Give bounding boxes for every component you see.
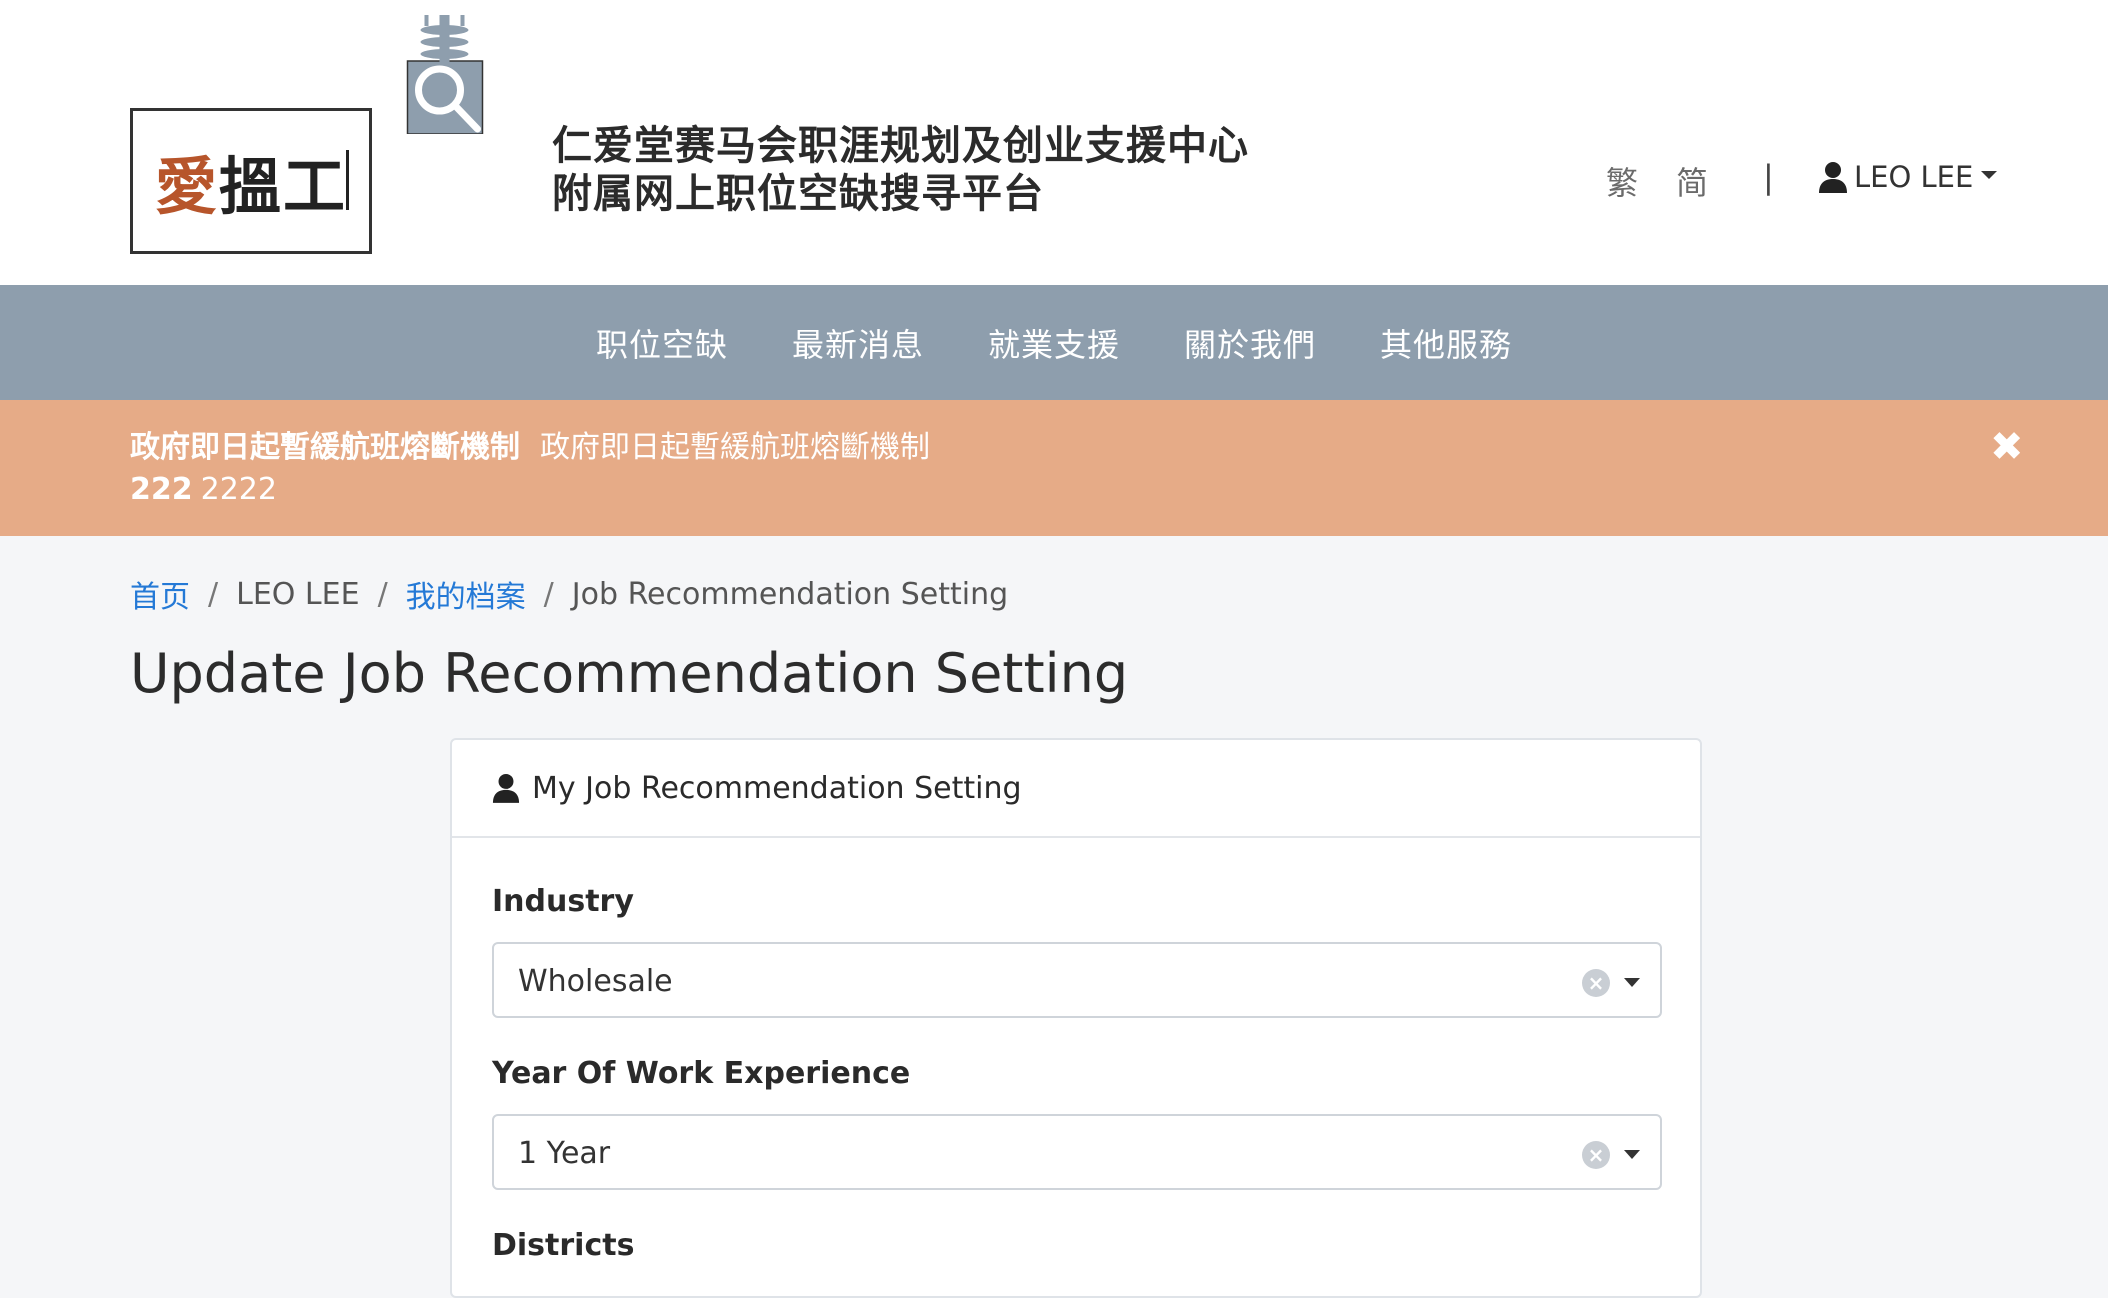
announcement-alert: 政府即日起暫緩航班熔斷機制 政府即日起暫緩航班熔斷機制 222 2222: [0, 400, 2108, 536]
card-header: My Job Recommendation Setting: [452, 740, 1700, 838]
industry-label: Industry: [492, 884, 634, 919]
experience-value: 1 Year: [518, 1136, 611, 1171]
logo-emblem-icon: [406, 15, 484, 134]
nav-item-jobs[interactable]: 职位空缺: [596, 320, 728, 366]
industry-select[interactable]: Wholesale ×: [492, 942, 1662, 1018]
clear-circle-icon[interactable]: ×: [1582, 1141, 1610, 1169]
caret-down-icon[interactable]: [1624, 1150, 1640, 1159]
alert-line1: 政府即日起暫緩航班熔斷機制 政府即日起暫緩航班熔斷機制: [130, 422, 930, 466]
breadcrumb-home[interactable]: 首页: [130, 572, 190, 616]
clear-circle-icon[interactable]: ×: [1582, 969, 1610, 997]
districts-label: Districts: [492, 1228, 635, 1263]
breadcrumb-separator: /: [377, 576, 388, 612]
logo-text-ai: 愛: [154, 150, 219, 223]
caret-down-icon: [1981, 171, 1998, 179]
site-header: 愛搵工 仁爱堂赛马会职涯规划及创业支援中心 附属网上职位空缺搜寻平台 繁 简 |…: [0, 0, 2108, 285]
site-logo[interactable]: 愛搵工: [130, 14, 520, 254]
breadcrumb-current: Job Recommendation Setting: [571, 576, 1009, 612]
lang-separator: |: [1763, 158, 1774, 196]
breadcrumb: 首页 / LEO LEE / 我的档案 / Job Recommendation…: [130, 572, 1008, 616]
person-icon: [492, 774, 520, 803]
site-title-line2: 附属网上职位空缺搜寻平台: [552, 171, 1044, 217]
breadcrumb-separator: /: [208, 576, 219, 612]
close-icon[interactable]: ✖: [1990, 424, 2024, 470]
person-icon: [1819, 162, 1847, 193]
nav-item-about-us[interactable]: 關於我們: [1184, 320, 1316, 366]
breadcrumb-separator: /: [543, 576, 554, 612]
user-menu-dropdown[interactable]: LEO LEE: [1818, 160, 1998, 194]
experience-select[interactable]: 1 Year ×: [492, 1114, 1662, 1190]
site-title-line1: 仁爱堂赛马会职涯规划及创业支援中心: [552, 123, 1249, 169]
site-title: 仁爱堂赛马会职涯规划及创业支援中心 附属网上职位空缺搜寻平台: [552, 122, 1249, 218]
alert-line2: 222 2222: [130, 472, 277, 507]
job-recommendation-card: My Job Recommendation Setting Industry W…: [450, 738, 1702, 1298]
main-nav: 职位空缺 最新消息 就業支援 關於我們 其他服務: [0, 285, 2108, 400]
alert-line2-strong: 222: [130, 472, 193, 507]
logo-text-rest: 搵工: [219, 150, 348, 223]
alert-message: 政府即日起暫緩航班熔斷機制: [540, 430, 930, 465]
lang-traditional-link[interactable]: 繁: [1606, 158, 1638, 204]
industry-value: Wholesale: [518, 964, 673, 999]
nav-item-news[interactable]: 最新消息: [792, 320, 924, 366]
breadcrumb-user: LEO LEE: [236, 576, 360, 612]
alert-title: 政府即日起暫緩航班熔斷機制: [130, 430, 520, 465]
card-title: My Job Recommendation Setting: [532, 770, 1022, 806]
experience-label: Year Of Work Experience: [492, 1056, 911, 1091]
caret-down-icon[interactable]: [1624, 978, 1640, 987]
logo-wordmark: 愛搵工: [130, 108, 372, 254]
logo-divider: [346, 150, 349, 210]
breadcrumb-profile[interactable]: 我的档案: [406, 572, 526, 616]
alert-line2-text: 2222: [200, 472, 277, 507]
nav-item-employment-support[interactable]: 就業支援: [988, 320, 1120, 366]
user-name: LEO LEE: [1854, 160, 1974, 194]
nav-item-other-services[interactable]: 其他服務: [1380, 320, 1512, 366]
page-title: Update Job Recommendation Setting: [130, 642, 1129, 705]
lang-simplified-link[interactable]: 简: [1676, 158, 1708, 204]
